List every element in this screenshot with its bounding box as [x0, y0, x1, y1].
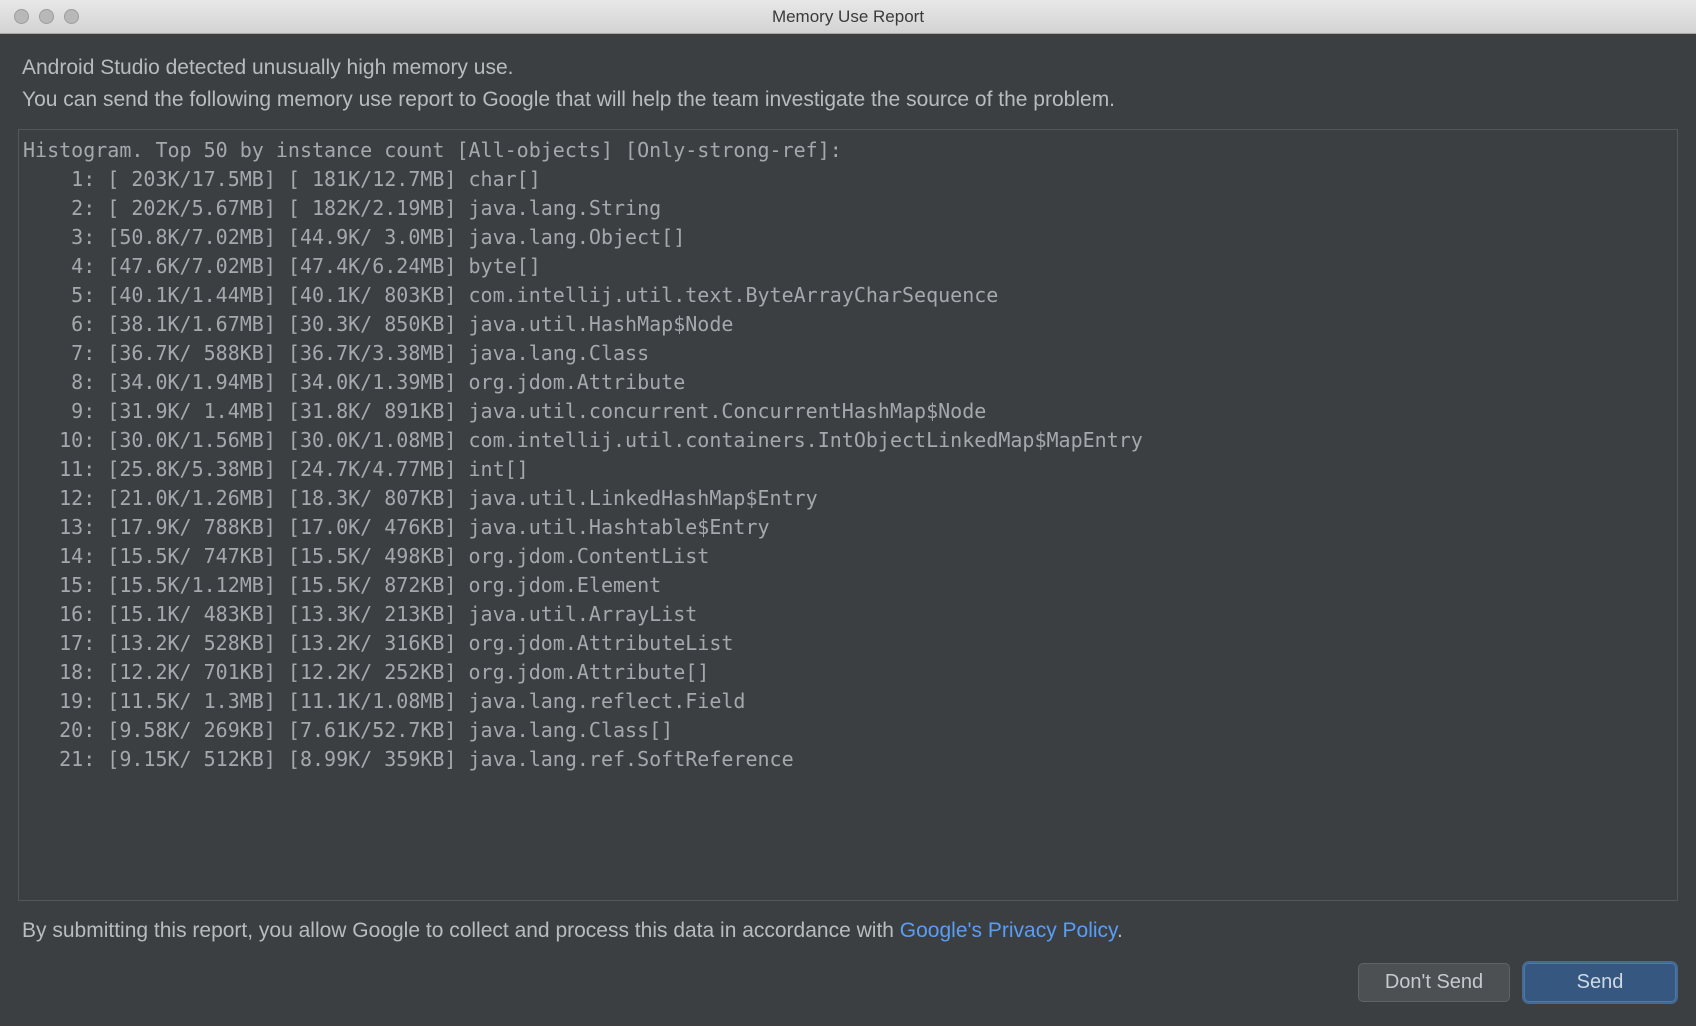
- consent-prefix: By submitting this report, you allow Goo…: [22, 919, 900, 942]
- report-text: Histogram. Top 50 by instance count [All…: [19, 130, 1677, 780]
- minimize-window-icon[interactable]: [39, 9, 54, 24]
- privacy-policy-link[interactable]: Google's Privacy Policy: [900, 919, 1117, 942]
- titlebar: Memory Use Report: [0, 0, 1696, 34]
- close-window-icon[interactable]: [14, 9, 29, 24]
- intro-line-2: You can send the following memory use re…: [22, 84, 1674, 116]
- intro-text: Android Studio detected unusually high m…: [0, 34, 1696, 129]
- send-button[interactable]: Send: [1524, 963, 1676, 1002]
- dont-send-button[interactable]: Don't Send: [1358, 963, 1510, 1002]
- window-controls: [0, 9, 79, 24]
- zoom-window-icon[interactable]: [64, 9, 79, 24]
- consent-suffix: .: [1117, 919, 1123, 942]
- consent-text: By submitting this report, you allow Goo…: [0, 901, 1696, 955]
- intro-line-1: Android Studio detected unusually high m…: [22, 52, 1674, 84]
- dialog-content: Android Studio detected unusually high m…: [0, 34, 1696, 1026]
- window-title: Memory Use Report: [772, 7, 924, 27]
- report-textarea[interactable]: Histogram. Top 50 by instance count [All…: [18, 129, 1678, 901]
- button-bar: Don't Send Send: [0, 955, 1696, 1026]
